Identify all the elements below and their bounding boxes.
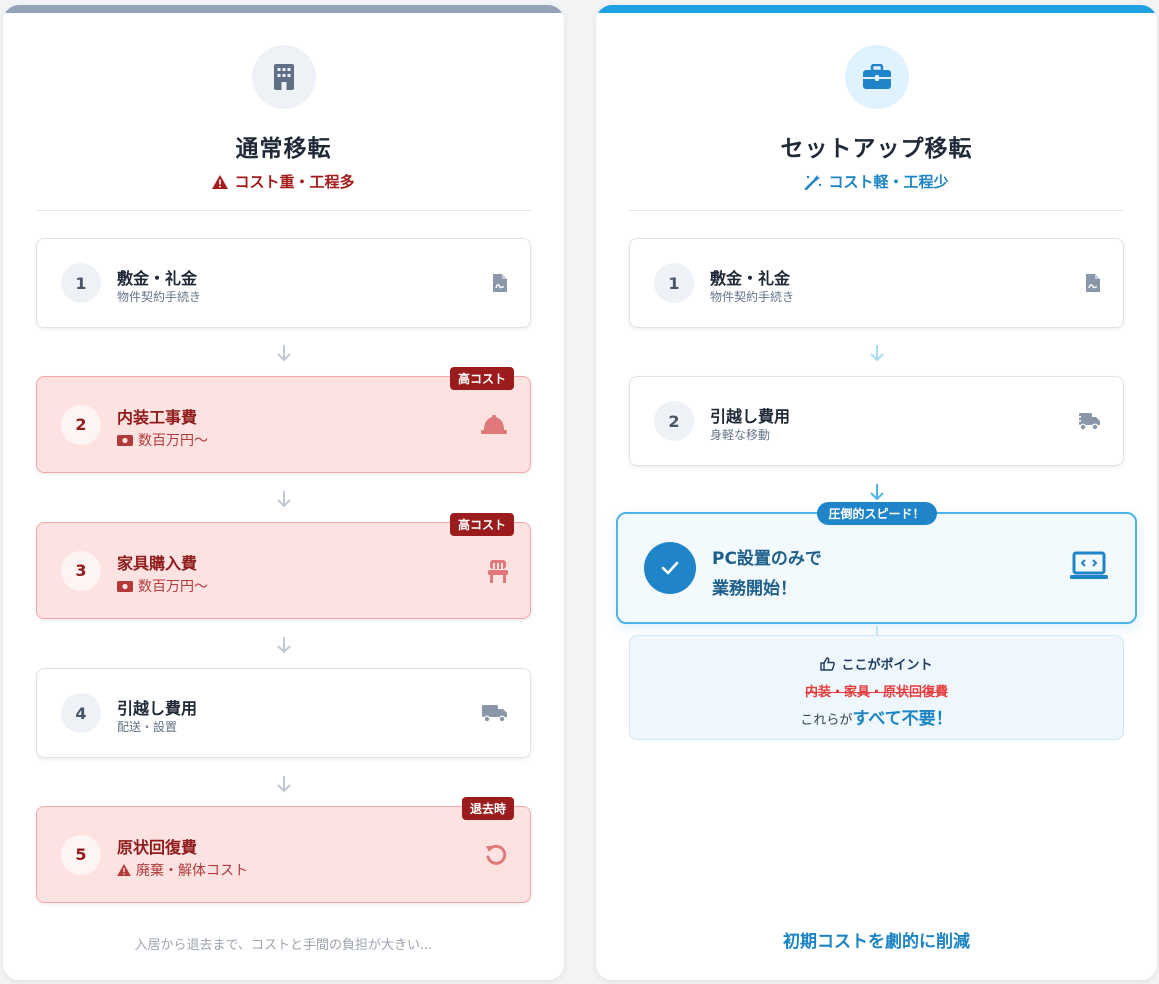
down-arrow-icon: [276, 345, 291, 362]
step-sub: 身軽な移動: [710, 428, 771, 442]
down-arrow-icon: [869, 345, 884, 362]
divider: [629, 210, 1124, 211]
step-moving: 2 引越し費用 身軽な移動: [629, 376, 1124, 466]
step-number: 1: [61, 263, 101, 303]
step-moving: 4 引越し費用 配送・設置: [36, 668, 531, 758]
down-arrow-icon: [276, 776, 291, 793]
normal-relocation-panel: 通常移転 コスト重・工程多 1 敷金・礼金 物件契約手続き 高コスト 2 内装工…: [3, 5, 564, 980]
step-label: 家具購入費: [117, 554, 198, 573]
hard-hat-icon: [480, 414, 508, 435]
high-cost-badge: 高コスト: [449, 513, 514, 536]
divider: [36, 210, 531, 211]
eliminated-costs: 内装・家具・原状回復費: [804, 685, 948, 700]
down-arrow-icon: [869, 484, 884, 501]
step-number: 2: [61, 404, 101, 445]
step-label: 原状回復費: [117, 838, 198, 857]
step-sub: 物件契約手続き: [117, 290, 202, 304]
contract-icon: [492, 273, 508, 293]
step-number: 1: [654, 263, 694, 303]
briefcase-icon: [844, 45, 909, 109]
step-label: 敷金・礼金: [117, 269, 198, 288]
panel-title: 通常移転: [235, 136, 332, 162]
subtitle-text: コスト重・工程多: [234, 173, 355, 191]
hero-text: PC設置のみで 業務開始！: [712, 544, 822, 604]
warning-icon: [212, 174, 229, 189]
magic-wand-icon: [805, 174, 822, 190]
footer-note: 初期コストを劇的に削減: [783, 932, 970, 952]
emphasis-text: すべて不要！: [852, 709, 953, 729]
chair-icon: [488, 559, 508, 583]
connector-line: [875, 626, 878, 635]
move-out-badge: 退去時: [461, 797, 514, 820]
step-sub: 廃棄・解体コスト: [117, 860, 248, 880]
step-label: 引越し費用: [117, 699, 198, 718]
contract-icon: [1085, 273, 1101, 293]
step-sub: 数百万円〜: [117, 576, 208, 596]
subtitle-text: コスト軽・工程少: [828, 173, 949, 191]
step-number: 5: [61, 834, 101, 875]
step-number: 4: [61, 693, 101, 733]
step-deposit: 1 敷金・礼金 物件契約手続き: [36, 238, 531, 328]
step-furniture: 高コスト 3 家具購入費 数百万円〜: [36, 513, 531, 619]
pc-setup-highlight: 圧倒的スピード！ PC設置のみで 業務開始！: [616, 502, 1137, 624]
panel-top-bar: [596, 5, 1157, 13]
laptop-code-icon: [1069, 551, 1109, 585]
money-icon: [117, 580, 133, 592]
down-arrow-icon: [276, 637, 291, 654]
check-icon: [644, 542, 696, 594]
step-number: 2: [654, 401, 694, 441]
step-sub: 配送・設置: [117, 720, 178, 734]
warning-icon: [117, 864, 131, 876]
step-interior: 高コスト 2 内装工事費 数百万円〜: [36, 367, 531, 473]
step-sub: 数百万円〜: [117, 430, 208, 450]
rotate-left-icon: [484, 843, 508, 867]
step-label: 内装工事費: [117, 408, 198, 427]
thumbs-up-icon: [820, 656, 836, 671]
panel-top-bar: [3, 5, 564, 13]
point-title: ここがポイント: [630, 654, 1123, 673]
step-sub: 物件契約手続き: [710, 290, 795, 304]
step-restoration: 退去時 5 原状回復費 廃棄・解体コスト: [36, 797, 531, 903]
truck-icon: [482, 704, 508, 722]
point-result: これらがすべて不要！: [800, 709, 953, 729]
panel-subtitle: コスト重・工程多: [3, 171, 564, 192]
footer-note: 入居から退去まで、コストと手間の負担が大きい...: [134, 938, 433, 953]
setup-relocation-panel: セットアップ移転 コスト軽・工程少 1 敷金・礼金 物件契約手続き 2 引越し費…: [596, 5, 1157, 980]
hero-line-2: 業務開始！: [712, 579, 797, 599]
speed-badge: 圧倒的スピード！: [816, 502, 937, 525]
step-deposit: 1 敷金・礼金 物件契約手続き: [629, 238, 1124, 328]
step-number: 3: [61, 550, 101, 591]
money-icon: [117, 434, 133, 446]
key-point-box: ここがポイント 内装・家具・原状回復費 これらがすべて不要！: [629, 635, 1124, 740]
panel-title: セットアップ移転: [780, 136, 973, 162]
fast-truck-icon: [1075, 411, 1101, 431]
hero-line-1: PC設置のみで: [712, 549, 822, 569]
step-label: 引越し費用: [710, 407, 791, 426]
building-icon: [251, 45, 316, 109]
step-label: 敷金・礼金: [710, 269, 791, 288]
high-cost-badge: 高コスト: [449, 367, 514, 390]
down-arrow-icon: [276, 491, 291, 508]
panel-subtitle: コスト軽・工程少: [596, 171, 1157, 192]
